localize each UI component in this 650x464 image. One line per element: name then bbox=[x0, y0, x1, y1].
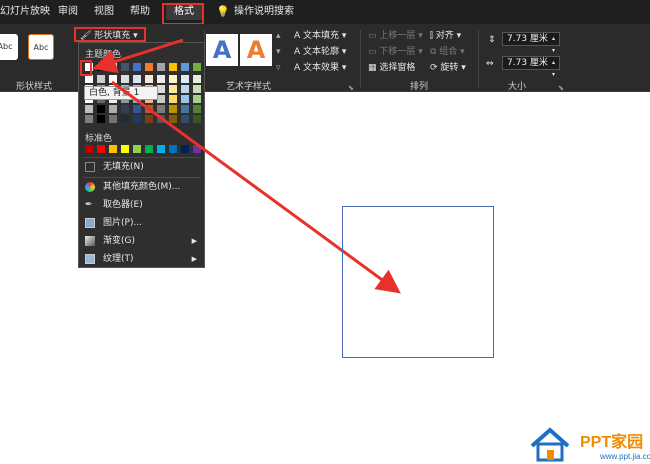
arrow-to-swatch bbox=[92, 38, 184, 73]
annotation-arrows bbox=[92, 38, 401, 294]
square-shape[interactable] bbox=[342, 206, 494, 358]
brand-url: www.ppt.jia.com bbox=[600, 452, 650, 461]
brand-name: PPT家园 bbox=[580, 434, 644, 451]
